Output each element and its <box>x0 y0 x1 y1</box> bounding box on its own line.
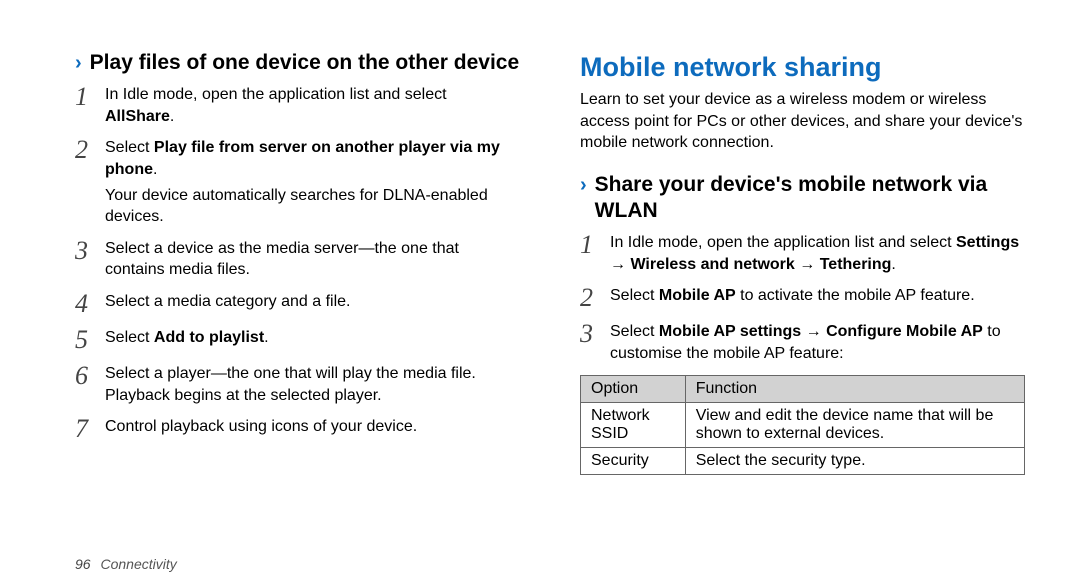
step-item: In Idle mode, open the application list … <box>580 232 1025 275</box>
left-subheading-text: Play files of one device on the other de… <box>90 50 519 76</box>
step-item: Control playback using icons of your dev… <box>75 416 520 442</box>
table-cell: Security <box>581 447 686 474</box>
step-item: Select a media category and a file. <box>75 291 520 317</box>
step-item: Select Mobile AP settings → Configure Mo… <box>580 321 1025 364</box>
table-header: Option <box>581 375 686 402</box>
right-column: Mobile network sharing Learn to set your… <box>580 50 1025 566</box>
chevron-icon: › <box>580 172 587 198</box>
step-item: Select Mobile AP to activate the mobile … <box>580 285 1025 311</box>
table-cell: Network SSID <box>581 402 686 447</box>
table-row: SecuritySelect the security type. <box>581 447 1025 474</box>
left-column: › Play files of one device on the other … <box>75 50 520 566</box>
right-steps: In Idle mode, open the application list … <box>580 232 1025 364</box>
left-steps: In Idle mode, open the application list … <box>75 84 520 442</box>
right-subheading-text: Share your device's mobile network via W… <box>595 172 1025 225</box>
intro-text: Learn to set your device as a wireless m… <box>580 89 1025 154</box>
page-footer: 96 Connectivity <box>75 556 177 572</box>
step-item: Select a player—the one that will play t… <box>75 363 520 406</box>
step-item: In Idle mode, open the application list … <box>75 84 520 127</box>
table-cell: View and edit the device name that will … <box>685 402 1024 447</box>
page-number: 96 <box>75 556 91 572</box>
step-item: Select Play file from server on another … <box>75 137 520 227</box>
table-cell: Select the security type. <box>685 447 1024 474</box>
left-subheading: › Play files of one device on the other … <box>75 50 520 76</box>
options-table: OptionFunction Network SSIDView and edit… <box>580 375 1025 475</box>
step-item: Select a device as the media server—the … <box>75 238 520 281</box>
right-subheading: › Share your device's mobile network via… <box>580 172 1025 225</box>
table-row: Network SSIDView and edit the device nam… <box>581 402 1025 447</box>
section-title: Mobile network sharing <box>580 52 1025 83</box>
footer-section: Connectivity <box>100 556 176 572</box>
chevron-icon: › <box>75 50 82 76</box>
table-header: Function <box>685 375 1024 402</box>
step-item: Select Add to playlist. <box>75 327 520 353</box>
